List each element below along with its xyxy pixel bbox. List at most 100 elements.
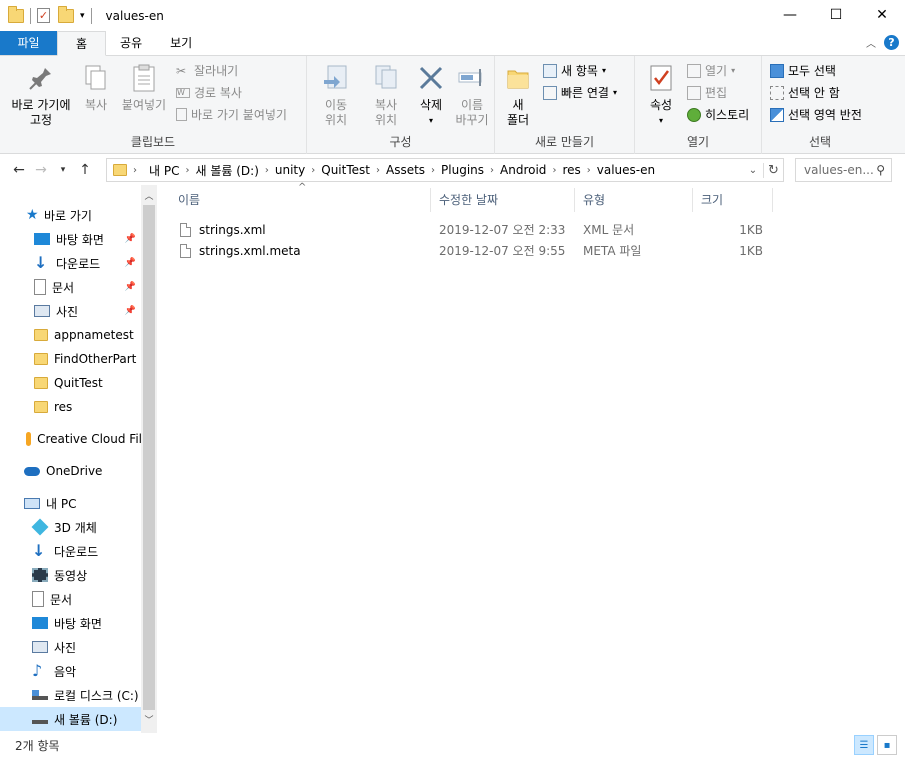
easy-access-button[interactable]: 빠른 연결 ▾ [543, 84, 617, 101]
select-all-button[interactable]: 모두 선택 [770, 62, 836, 79]
chevron-up-icon[interactable]: ︿ [866, 35, 876, 50]
help-icon[interactable]: ? [884, 35, 899, 50]
nav-item-creative-cloud[interactable]: Creative Cloud Fil [0, 427, 142, 451]
nav-item-local-disk-c[interactable]: 로컬 디스크 (C:) [0, 683, 142, 707]
nav-item-res[interactable]: res [0, 395, 142, 419]
properties-icon [645, 62, 677, 94]
select-none-button[interactable]: 선택 안 함 [770, 84, 840, 101]
cut-button[interactable]: ✂ 잘라내기 [176, 62, 238, 79]
nav-item-pictures-pc[interactable]: 사진 [0, 635, 142, 659]
nav-item-videos[interactable]: 동영상 [0, 563, 142, 587]
nav-item-documents-pc[interactable]: 문서 [0, 587, 142, 611]
tab-file[interactable]: 파일 [0, 31, 57, 55]
copy-button[interactable]: 복사 [78, 62, 114, 113]
nav-item-downloads-pc[interactable]: ↓ 다운로드 [0, 539, 142, 563]
paste-button[interactable]: 붙여넣기 [118, 62, 170, 113]
details-view-button[interactable]: ☰ [854, 735, 874, 755]
nav-item-this-pc[interactable]: 내 PC [0, 491, 142, 515]
nav-item-volume-d[interactable]: 새 볼륨 (D:) [0, 707, 142, 731]
breadcrumb-item[interactable]: Plugins [441, 163, 484, 177]
new-item-button[interactable]: 새 항목 ▾ [543, 62, 606, 79]
nav-item-documents[interactable]: 문서 📌 [0, 275, 142, 299]
scrollbar-thumb[interactable] [143, 205, 155, 710]
move-to-button[interactable]: 이동 위치 [313, 62, 359, 128]
breadcrumb-separator[interactable]: › [311, 165, 315, 176]
nav-item-desktop-pc[interactable]: 바탕 화면 [0, 611, 142, 635]
new-folder-icon[interactable] [58, 5, 74, 23]
scroll-up-icon[interactable]: ︿ [141, 189, 157, 205]
forward-button[interactable]: → [30, 162, 52, 178]
breadcrumb-item[interactable]: unity [275, 163, 305, 177]
address-dropdown-button[interactable]: ⌄ [743, 165, 763, 176]
open-button[interactable]: 열기 ▾ [687, 62, 735, 79]
column-header-type[interactable]: 유형 [575, 188, 693, 212]
refresh-button[interactable]: ↻ [763, 162, 783, 178]
breadcrumb-separator[interactable]: › [376, 165, 380, 176]
back-button[interactable]: ← [8, 162, 30, 178]
address-bar[interactable]: › 내 PC › 새 볼륨 (D:) › unity › QuitTest › … [106, 158, 784, 182]
breadcrumb-item[interactable]: res [562, 163, 580, 177]
nav-item-desktop[interactable]: 바탕 화면 📌 [0, 227, 142, 251]
nav-item-quittest[interactable]: QuitTest [0, 371, 142, 395]
breadcrumb-separator[interactable]: › [552, 165, 556, 176]
search-input[interactable]: values-en... ⚲ [795, 158, 892, 182]
file-name: strings.xml.meta [199, 243, 301, 258]
breadcrumb-separator[interactable]: › [133, 165, 137, 176]
nav-item-downloads[interactable]: ↓ 다운로드 📌 [0, 251, 142, 275]
file-row[interactable]: strings.xml.meta 2019-12-07 오전 9:55 META… [170, 240, 773, 261]
breadcrumb-item[interactable]: QuitTest [321, 163, 370, 177]
file-row[interactable]: strings.xml 2019-12-07 오전 2:33 XML 문서 1K… [170, 219, 773, 240]
file-modified: 2019-12-07 오전 9:55 [439, 244, 566, 258]
properties-icon[interactable]: ✓ [37, 8, 50, 23]
rename-button[interactable]: 이름 바꾸기 [449, 62, 495, 128]
nav-scrollbar[interactable]: ︿ ﹀ [141, 185, 157, 733]
breadcrumb-separator[interactable]: › [587, 165, 591, 176]
tab-view[interactable]: 보기 [156, 31, 206, 55]
breadcrumb-item[interactable]: 새 볼륨 (D:) [195, 162, 258, 179]
breadcrumb-separator[interactable]: › [431, 165, 435, 176]
breadcrumb-item[interactable]: 내 PC [149, 162, 179, 179]
new-folder-button[interactable]: 새 폴더 [501, 62, 535, 128]
nav-item-appnametest[interactable]: appnametest [0, 323, 142, 347]
invert-selection-button[interactable]: 선택 영역 반전 [770, 106, 862, 123]
tab-home[interactable]: 홈 [57, 31, 107, 56]
edit-button[interactable]: 편집 [687, 84, 727, 101]
breadcrumb-item[interactable]: Assets [386, 163, 425, 177]
copy-to-button[interactable]: 복사 위치 [363, 62, 409, 128]
nav-item-3d-objects[interactable]: 3D 개체 [0, 515, 142, 539]
pin-quick-access-button[interactable]: 바로 가기에 고정 [6, 62, 76, 128]
minimize-button[interactable]: — [767, 0, 813, 31]
recent-locations-button[interactable]: ▾ [52, 165, 74, 175]
column-header-modified[interactable]: 수정한 날짜 [431, 188, 575, 212]
open-label: 열기 [705, 64, 728, 78]
close-button[interactable]: ✕ [859, 0, 905, 31]
copy-path-button[interactable]: W 경로 복사 [176, 84, 242, 101]
breadcrumb-separator[interactable]: › [265, 165, 269, 176]
breadcrumb-item[interactable]: values-en [597, 163, 655, 177]
customize-toolbar-icon[interactable]: ▾ [80, 11, 85, 21]
paste-shortcut-label: 바로 가기 붙여넣기 [191, 108, 287, 122]
properties-button[interactable]: 속성 ▾ [641, 62, 681, 128]
column-header-size[interactable]: 크기 [693, 188, 773, 212]
paste-shortcut-button[interactable]: 바로 가기 붙여넣기 [176, 106, 287, 123]
chevron-down-icon: ▾ [601, 66, 606, 75]
up-button[interactable]: ↑ [74, 162, 96, 178]
nav-item-findotherpart[interactable]: FindOtherPart [0, 347, 142, 371]
folder-icon[interactable] [8, 5, 24, 23]
history-button[interactable]: 히스토리 [687, 106, 749, 123]
breadcrumb-item[interactable]: Android [500, 163, 546, 177]
delete-button[interactable]: 삭제 ▾ [411, 62, 451, 128]
maximize-button[interactable]: ☐ [813, 0, 859, 31]
large-icons-view-button[interactable]: ▪ [877, 735, 897, 755]
column-header-name[interactable]: ^ 이름 [170, 182, 431, 212]
breadcrumb-separator[interactable]: › [185, 165, 189, 176]
properties-label: 속성 [649, 98, 673, 112]
invert-selection-icon [770, 107, 784, 122]
nav-item-pictures[interactable]: 사진 📌 [0, 299, 142, 323]
nav-item-music[interactable]: ♪ 음악 [0, 659, 142, 683]
nav-item-onedrive[interactable]: OneDrive [0, 459, 142, 483]
tab-share[interactable]: 공유 [106, 31, 156, 55]
nav-item-quick-access[interactable]: ★ 바로 가기 [0, 203, 142, 227]
breadcrumb-separator[interactable]: › [490, 165, 494, 176]
scroll-down-icon[interactable]: ﹀ [141, 713, 157, 729]
